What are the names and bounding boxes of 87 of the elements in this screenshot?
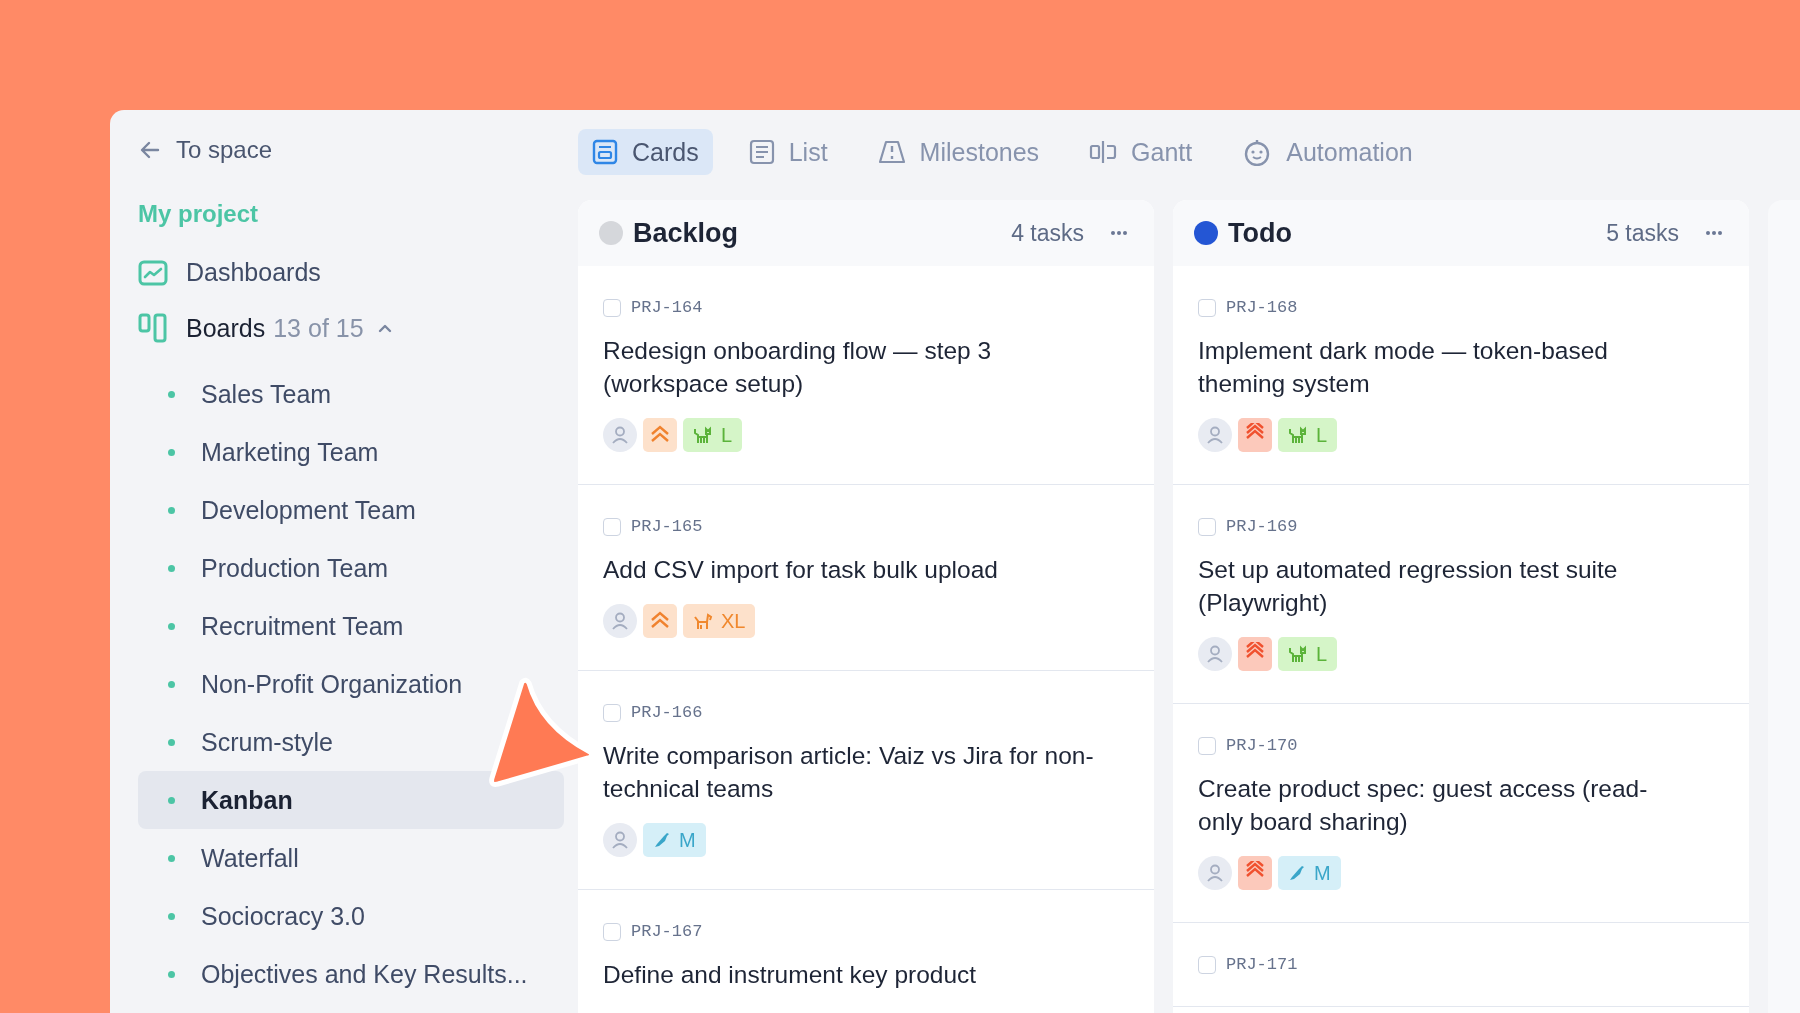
- avatar-icon[interactable]: [1198, 418, 1232, 452]
- bullet-icon: [168, 564, 175, 572]
- task-id: PRJ-164: [631, 298, 703, 317]
- avatar-icon[interactable]: [603, 604, 637, 638]
- board-item[interactable]: Marketing Team: [138, 423, 564, 481]
- bullet-icon: [168, 448, 175, 456]
- task-card[interactable]: PRJ-170 Create product spec: guest access (read-only board sharing) M: [1173, 704, 1749, 923]
- boards-item[interactable]: Boards 13 of 15: [138, 313, 578, 343]
- double-chevron-icon[interactable]: [643, 604, 677, 638]
- checkbox[interactable]: [603, 922, 621, 941]
- task-title: Add CSV import for task bulk upload: [603, 555, 999, 585]
- task-id: PRJ-166: [631, 703, 703, 722]
- avatar-icon[interactable]: [603, 823, 637, 857]
- task-title: Redesign onboarding flow — step 3 (workspace setup): [603, 336, 993, 399]
- chevron-up-icon[interactable]: [377, 323, 392, 333]
- board-item[interactable]: Sales Team: [138, 365, 564, 423]
- bullet-icon: [168, 970, 175, 978]
- bullet-icon: [168, 796, 175, 804]
- avatar-icon[interactable]: [1198, 856, 1232, 890]
- bullet-icon: [168, 622, 175, 630]
- dashboards-item[interactable]: Dashboards: [138, 258, 578, 287]
- board-item[interactable]: Development Team: [138, 481, 564, 539]
- avatar-icon[interactable]: [603, 418, 637, 452]
- triple-chevron-icon[interactable]: [1238, 418, 1272, 452]
- task-card[interactable]: PRJ-171: [1173, 923, 1749, 1007]
- bullet-icon: [168, 738, 175, 746]
- task-id: PRJ-168: [1226, 298, 1298, 317]
- gantt-icon: [1089, 139, 1118, 165]
- bullet-icon: [168, 854, 175, 862]
- triple-chevron-icon[interactable]: [1238, 637, 1272, 671]
- checkbox[interactable]: [1198, 736, 1216, 755]
- bullet-icon: [168, 680, 175, 688]
- bullet-icon: [168, 506, 175, 514]
- task-id: PRJ-171: [1226, 955, 1298, 974]
- size-label: M: [1314, 861, 1331, 885]
- board-item[interactable]: Sociocracy 3.0: [138, 887, 564, 945]
- task-count: 5 tasks: [1606, 219, 1679, 247]
- bullet-icon: [168, 390, 175, 398]
- checkbox[interactable]: [603, 703, 621, 722]
- task-card[interactable]: PRJ-166 Write comparison article: Vaiz vs Jira for non-technical teams M: [578, 671, 1154, 890]
- size-label: XL: [721, 609, 746, 633]
- size-label: L: [721, 423, 733, 447]
- task-title: Define and instrument key product: [603, 960, 978, 990]
- task-title: Write comparison article: Vaiz vs Jira for non-technical teams: [603, 741, 1094, 804]
- more-icon[interactable]: [1705, 230, 1723, 236]
- board-item[interactable]: Waterfall: [138, 829, 564, 887]
- board-item[interactable]: Production Team: [138, 539, 564, 597]
- avatar-icon[interactable]: [1198, 637, 1232, 671]
- size-label: L: [1316, 642, 1328, 666]
- task-id: PRJ-169: [1226, 517, 1298, 536]
- column-title: Backlog: [633, 217, 740, 249]
- checkbox[interactable]: [1198, 955, 1216, 974]
- more-icon[interactable]: [1110, 230, 1128, 236]
- checkbox[interactable]: [1198, 298, 1216, 317]
- task-card[interactable]: PRJ-167 Define and instrument key product: [578, 890, 1154, 1013]
- list-icon: [748, 139, 775, 165]
- board-item[interactable]: Kanban: [138, 771, 564, 829]
- board-item[interactable]: Objectives and Key Results...: [138, 945, 564, 1003]
- view-tab[interactable]: Cards: [578, 129, 713, 175]
- board-item[interactable]: Non-Profit Organization: [138, 655, 564, 713]
- task-card[interactable]: PRJ-164 Redesign onboarding flow — step 3 (workspace setup) L: [578, 266, 1154, 485]
- board-item[interactable]: Recruitment Team: [138, 597, 564, 655]
- task-card[interactable]: PRJ-165 Add CSV import for task bulk upload XL: [578, 485, 1154, 671]
- task-card[interactable]: PRJ-168 Implement dark mode — token-based theming system L: [1173, 266, 1749, 485]
- board-columns-icon: [138, 313, 168, 343]
- cards-icon: [592, 139, 618, 165]
- column-title: Todo: [1228, 217, 1293, 249]
- checkbox[interactable]: [1198, 517, 1216, 536]
- chart-icon: [138, 259, 168, 286]
- back-link[interactable]: To space: [138, 136, 578, 164]
- task-title: Create product spec: guest access (read-only board sharing): [1198, 774, 1649, 837]
- double-chevron-icon[interactable]: [643, 418, 677, 452]
- project-title: My project: [138, 200, 260, 228]
- size-label: L: [1316, 423, 1328, 447]
- task-id: PRJ-165: [631, 517, 703, 536]
- task-card[interactable]: PRJ-169 Set up automated regression test suite (Playwright) L: [1173, 485, 1749, 704]
- bullet-icon: [168, 912, 175, 920]
- task-title: Set up automated regression test suite (Playwright): [1198, 555, 1619, 618]
- task-id: PRJ-167: [631, 922, 703, 941]
- triple-chevron-icon[interactable]: [1238, 856, 1272, 890]
- checkbox[interactable]: [603, 298, 621, 317]
- road-icon: [877, 139, 906, 165]
- task-title: Implement dark mode — token-based theming system: [1198, 336, 1609, 399]
- checkbox[interactable]: [603, 517, 621, 536]
- task-count: 4 tasks: [1011, 219, 1084, 247]
- task-id: PRJ-170: [1226, 736, 1298, 755]
- size-label: M: [679, 828, 696, 852]
